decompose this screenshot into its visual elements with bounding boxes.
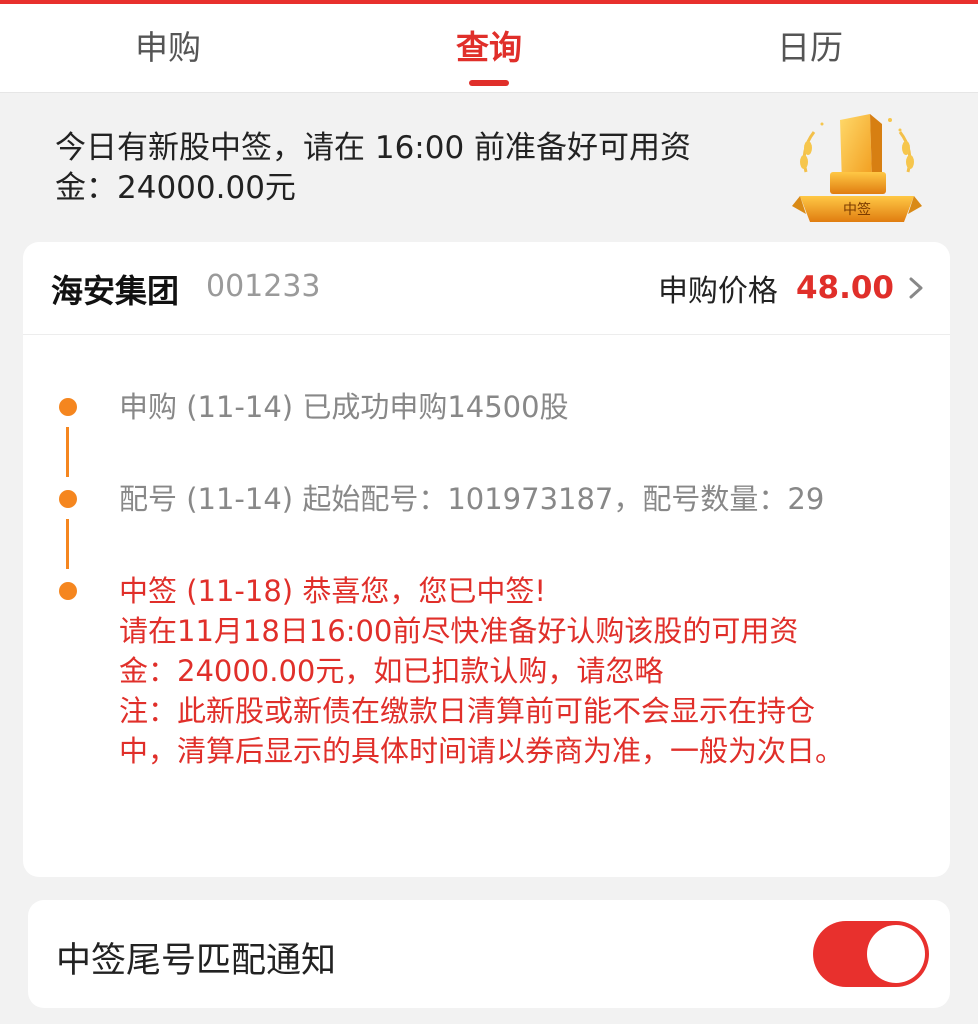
notify-card: 中签尾号匹配通知 — [28, 900, 950, 1008]
allotment-notice: 今日有新股中签，请在 16:00 前准备好可用资 金：24000.00元 — [55, 128, 755, 208]
price-label: 申购价格 — [657, 274, 778, 309]
timeline-connector — [66, 427, 69, 477]
toggle-knob — [867, 925, 925, 983]
stock-card-header: 海安集团 001233 申购价格 48.00 — [23, 242, 950, 335]
winning-line-2: 请在11月18日16:00前尽快准备好认购该股的可用资 — [119, 614, 799, 648]
winning-line-3: 金：24000.00元，如已扣款认购，请忽略 — [119, 654, 664, 688]
trophy-badge-text: 中签 — [843, 201, 871, 218]
subscription-price-link[interactable]: 申购价格 48.00 — [658, 266, 924, 310]
tab-calendar[interactable]: 日历 — [710, 4, 910, 92]
price-value: 48.00 — [795, 270, 894, 306]
active-tab-indicator — [469, 80, 509, 86]
timeline-connector — [66, 519, 69, 569]
tab-query[interactable]: 查询 — [389, 4, 589, 92]
timeline-step-numbering: 配号 (11-14) 起始配号：101973187，配号数量：29 — [119, 482, 825, 516]
stock-code: 001233 — [206, 269, 321, 304]
timeline-dot-subscribe — [59, 398, 77, 416]
timeline-step-winning: 中签 (11-18) 恭喜您，您已中签! 请在11月18日16:00前尽快准备好… — [119, 571, 899, 771]
tab-subscribe[interactable]: 申购 — [68, 4, 268, 92]
timeline-dot-numbering — [59, 490, 77, 508]
stock-card: 海安集团 001233 申购价格 48.00 申购 (11-14) 已成功申购1… — [23, 242, 950, 877]
notice-line-1: 今日有新股中签，请在 16:00 前准备好可用资 — [55, 130, 692, 166]
notice-line-2: 金：24000.00元 — [55, 170, 296, 206]
notify-toggle[interactable] — [813, 921, 929, 987]
winning-line-5: 中，清算后显示的具体时间请以券商为准，一般为次日。 — [119, 734, 845, 768]
winning-line-1: 中签 (11-18) 恭喜您，您已中签! — [119, 574, 546, 608]
timeline-step-subscribe: 申购 (11-14) 已成功申购14500股 — [119, 390, 569, 424]
notify-label: 中签尾号匹配通知 — [56, 941, 337, 981]
tab-bar: 申购 查询 日历 — [0, 4, 978, 93]
tab-query-label: 查询 — [456, 28, 522, 67]
winning-line-4: 注：此新股或新债在缴款日清算前可能不会显示在持仓 — [119, 694, 816, 728]
chevron-right-icon — [909, 277, 923, 299]
timeline-dot-winning — [59, 582, 77, 600]
trophy-icon: 中签 — [792, 114, 922, 222]
stock-name: 海安集团 — [51, 272, 180, 310]
